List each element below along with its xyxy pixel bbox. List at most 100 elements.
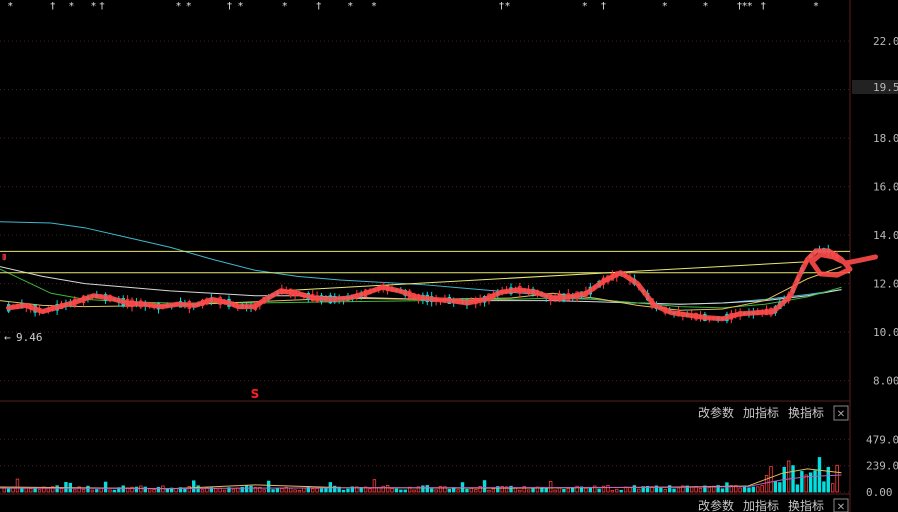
top-marker: † xyxy=(227,1,232,12)
volume-bar xyxy=(751,486,756,493)
volume-bar xyxy=(249,485,253,493)
volume-bar xyxy=(134,486,139,493)
volume-axis: 479.0 239.0 0.00 xyxy=(866,433,898,499)
volume-bar xyxy=(59,488,64,493)
volume-bar xyxy=(760,485,764,493)
volume-bar xyxy=(403,489,407,493)
volume-tick-label: 479.0 xyxy=(866,433,898,446)
volume-bar xyxy=(293,489,297,493)
volume-bar xyxy=(183,488,187,493)
volume-bar xyxy=(244,485,249,493)
indicator-toolbar-bottom: 改参数 加指标 换指标 ✕ xyxy=(698,498,849,512)
top-marker: * xyxy=(176,1,181,12)
current-price-label: 19.58 xyxy=(873,81,898,94)
volume-bar xyxy=(139,485,143,493)
volume-bar xyxy=(324,487,328,493)
volume-bar xyxy=(152,489,156,493)
moving-average-line xyxy=(0,221,842,305)
volume-bar xyxy=(795,484,800,493)
volume-bar xyxy=(817,457,822,493)
close-icon[interactable]: ✕ xyxy=(837,409,845,420)
volume-bar xyxy=(112,489,117,493)
low-marker-arrow: ← xyxy=(4,331,11,344)
price-tick-label: 10.00 xyxy=(873,326,898,339)
volume-averages xyxy=(0,468,842,490)
volume-bar xyxy=(196,485,200,493)
volume-bar xyxy=(266,480,271,493)
volume-bar xyxy=(368,488,372,493)
top-marker: † xyxy=(499,1,504,12)
top-marker: * xyxy=(8,1,13,12)
volume-bar xyxy=(518,489,522,493)
hand-drawn-annotation xyxy=(6,248,878,322)
volume-bar xyxy=(548,480,553,493)
volume-bar xyxy=(187,485,192,493)
volume-bar xyxy=(764,475,769,493)
volume-bar xyxy=(773,480,778,493)
volume-bar xyxy=(319,488,324,493)
volume-bar xyxy=(725,482,729,493)
volume-bar xyxy=(804,474,808,493)
volume-bar xyxy=(425,485,429,493)
top-marker: * xyxy=(703,1,708,12)
top-marker: * xyxy=(69,1,74,12)
volume-bar xyxy=(707,487,712,493)
volume-bar xyxy=(381,485,385,493)
swap-indicator-button[interactable]: 换指标 xyxy=(788,405,824,420)
swap-indicator-button-2[interactable]: 换指标 xyxy=(788,498,824,512)
volume-bar xyxy=(306,486,311,493)
volume-bar xyxy=(81,489,86,493)
volume-tick-label: 239.0 xyxy=(866,460,898,473)
volume-bar xyxy=(315,488,319,493)
top-marker: † xyxy=(50,1,55,12)
volume-bar xyxy=(562,488,566,493)
volume-bar xyxy=(491,488,496,493)
volume-bar xyxy=(6,488,11,493)
volume-bar xyxy=(372,479,377,493)
modify-params-button[interactable]: 改参数 xyxy=(698,405,734,420)
top-marker: † xyxy=(316,1,321,12)
price-tick-label: 16.00 xyxy=(873,181,898,194)
volume-bar xyxy=(637,488,641,493)
volume-bar xyxy=(200,489,205,493)
volume-bar xyxy=(738,487,742,493)
volume-bar xyxy=(610,489,615,493)
volume-bar xyxy=(108,489,112,493)
volume-bar xyxy=(676,487,681,493)
modify-params-button-2[interactable]: 改参数 xyxy=(698,498,734,512)
volume-average-line xyxy=(0,468,842,490)
volume-bar xyxy=(147,488,152,493)
volume-bar xyxy=(46,487,51,493)
volume-bar xyxy=(566,487,570,493)
volume-bar xyxy=(103,481,108,493)
volume-bar xyxy=(280,488,284,493)
volume-bar xyxy=(672,488,676,493)
volume-bar xyxy=(663,489,667,493)
top-marker: * xyxy=(662,1,667,12)
volume-bar xyxy=(90,489,95,493)
volume-bar xyxy=(456,489,460,493)
price-tick-label: 14.00 xyxy=(873,229,898,242)
volume-bar xyxy=(531,488,535,493)
volume-bar xyxy=(835,464,839,493)
close-icon-2[interactable]: ✕ xyxy=(837,502,845,512)
top-marker: * xyxy=(348,1,353,12)
volume-bar xyxy=(288,487,293,493)
volume-bar xyxy=(28,488,33,493)
volume-bar xyxy=(95,489,99,493)
volume-bar xyxy=(526,489,531,493)
volume-bar xyxy=(469,487,474,493)
volume-bar xyxy=(487,489,491,493)
volume-bar xyxy=(143,486,147,493)
volume-bar xyxy=(37,489,42,493)
volume-bar xyxy=(800,471,804,493)
top-marker: † xyxy=(761,1,766,12)
low-marker-label: 9.46 xyxy=(16,331,43,344)
add-indicator-button-2[interactable]: 加指标 xyxy=(743,498,779,512)
add-indicator-button[interactable]: 加指标 xyxy=(743,405,779,420)
volume-bar xyxy=(632,485,637,493)
volume-bar xyxy=(808,472,813,493)
volume-bar xyxy=(121,485,125,493)
price-tick-label: 12.00 xyxy=(873,278,898,291)
volume-bar xyxy=(474,489,478,493)
